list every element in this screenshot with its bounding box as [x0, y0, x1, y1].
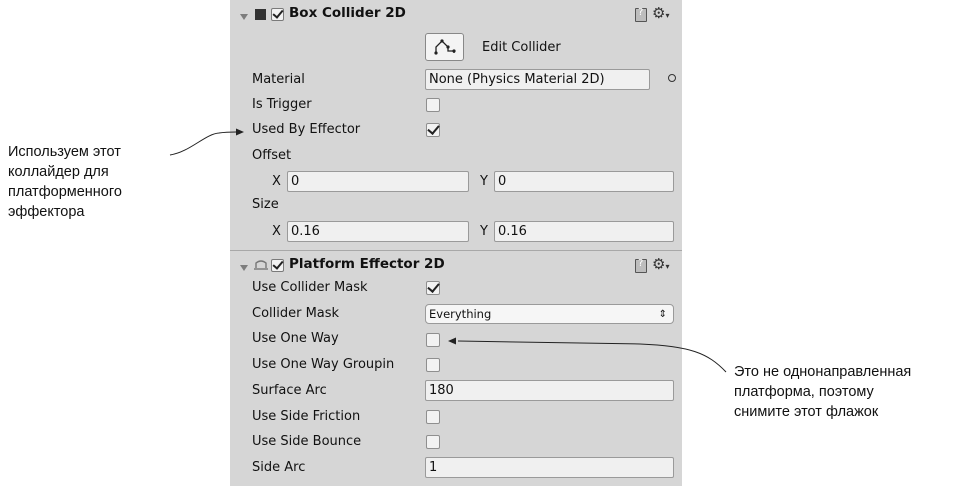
left-leader-line [169, 131, 237, 156]
right-leader-line [457, 340, 727, 373]
annotation-leader-lines [169, 128, 727, 373]
left-arrowhead [236, 128, 244, 136]
right-arrowhead [448, 337, 456, 345]
